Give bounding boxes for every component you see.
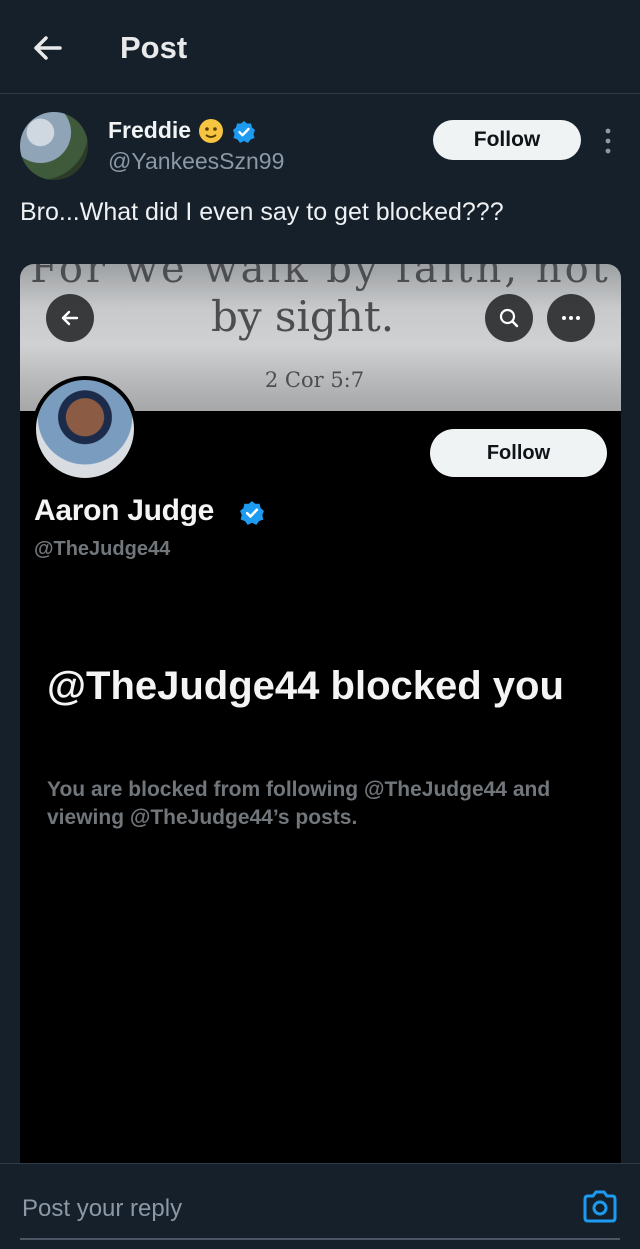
blocked-message: You are blocked from following @TheJudge… (47, 778, 551, 829)
attached-screenshot[interactable]: For we walk by faith, not by sight. 2 Co… (20, 264, 621, 1164)
verified-badge-icon (240, 501, 264, 525)
more-horizontal-icon (562, 316, 580, 320)
camera-icon[interactable] (581, 1189, 619, 1225)
reply-underline (20, 1238, 620, 1240)
top-bar: Post (0, 0, 640, 94)
profile-handle: @TheJudge44 (34, 538, 171, 560)
verified-badge-icon (233, 121, 255, 143)
profile-more-button[interactable] (547, 294, 595, 342)
profile-search-button[interactable] (485, 294, 533, 342)
author-handle[interactable]: @YankeesSzn99 (108, 148, 284, 175)
profile-name: Aaron Judge (34, 494, 215, 527)
blocked-title: @TheJudge44 blocked you (47, 664, 564, 708)
author-avatar[interactable] (20, 112, 88, 180)
profile-follow-button[interactable]: Follow (430, 429, 607, 477)
back-arrow-icon[interactable] (30, 30, 66, 66)
page-title: Post (120, 30, 188, 65)
post-text: Bro...What did I even say to get blocked… (20, 198, 504, 226)
profile-back-button[interactable] (46, 294, 94, 342)
more-vertical-icon[interactable] (598, 124, 618, 158)
emoji-icon (199, 119, 223, 143)
back-arrow-icon (61, 310, 79, 326)
reply-input[interactable] (20, 1186, 564, 1232)
banner-text-line: For we walk by faith, not (30, 264, 611, 292)
follow-button[interactable]: Follow (433, 120, 581, 160)
search-icon (499, 308, 519, 328)
profile-avatar[interactable] (32, 376, 138, 482)
author-name[interactable]: Freddie (108, 117, 191, 144)
